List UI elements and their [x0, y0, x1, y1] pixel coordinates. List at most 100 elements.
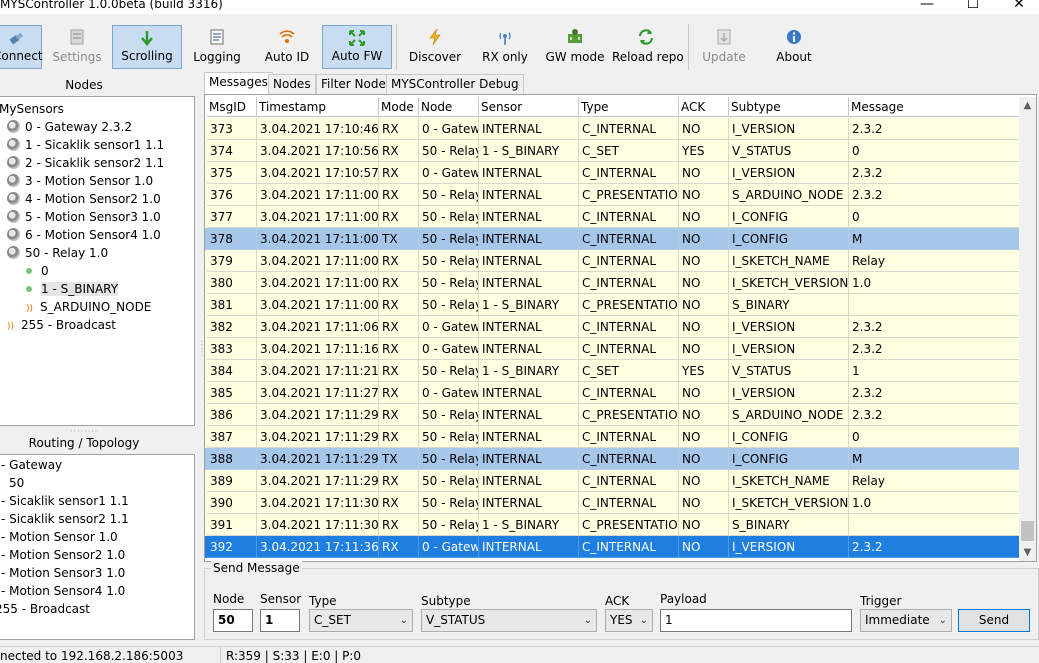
rx-only-button[interactable]: RX only	[476, 25, 534, 69]
routing-item[interactable]: - Gateway	[1, 456, 62, 474]
column-header[interactable]: Type	[579, 97, 679, 117]
sensor-input[interactable]: 1	[260, 609, 300, 632]
tree-item-node[interactable]: 6 - Motion Sensor4 1.0	[7, 226, 161, 244]
payload-input[interactable]: 1	[660, 609, 852, 632]
tab-mycontroller-debug[interactable]: MYSController Debug	[386, 74, 524, 94]
table-cell: 3.04.2021 17:11:30	[257, 514, 379, 536]
tree-item-sensor[interactable]: 1 - S_BINARY	[26, 280, 119, 298]
sensor-dot-icon	[26, 286, 32, 292]
tab-messages[interactable]: Messages	[204, 72, 273, 94]
messages-grid[interactable]: MsgID Timestamp Mode Node Sensor Type ACK Subty…	[204, 94, 1037, 562]
column-header[interactable]: Sensor	[479, 97, 579, 117]
minimize-button[interactable]: —	[904, 0, 950, 14]
tree-item-root[interactable]: MySensors	[0, 100, 64, 118]
column-header[interactable]: Subtype	[729, 97, 849, 117]
tree-item-node[interactable]: 2 - Sicaklik sensor2 1.1	[7, 154, 164, 172]
column-header[interactable]: MsgID	[207, 97, 257, 117]
node-icon	[7, 246, 20, 259]
ack-select[interactable]: YES ⌄	[605, 609, 653, 632]
table-row[interactable]: 378 3.04.2021 17:11:00 TX 50 - Relay INTERNA…	[205, 228, 1021, 250]
tree-item-node[interactable]: 1 - Sicaklik sensor1 1.1	[7, 136, 164, 154]
table-row[interactable]: 390 3.04.2021 17:11:30 RX 50 - Relay INTERNA…	[205, 492, 1021, 514]
routing-item[interactable]: 255 - Broadcast	[0, 600, 90, 618]
gw-mode-button[interactable]: GW mode	[544, 25, 606, 69]
table-cell: I_VERSION	[729, 338, 849, 360]
table-row[interactable]: 384 3.04.2021 17:11:21 RX 50 - Relay 1 - S_B…	[205, 360, 1021, 382]
table-row[interactable]: 380 3.04.2021 17:11:00 RX 50 - Relay INTERNA…	[205, 272, 1021, 294]
table-cell: RX	[379, 514, 419, 536]
tree-item-sensor[interactable]: 0	[26, 262, 49, 280]
table-row[interactable]: 3823.04.2021 17:11:06RX0 - GatewayINTERN…	[205, 316, 1021, 338]
table-row[interactable]: 376 3.04.2021 17:11:00 RX 50 - Relay INTERNA…	[205, 184, 1021, 206]
tree-item-node[interactable]: 0 - Gateway 2.3.2	[7, 118, 132, 136]
table-cell: C_PRESENTATION	[579, 184, 679, 206]
table-cell: 50 - Relay	[419, 426, 479, 448]
table-row[interactable]: 386 3.04.2021 17:11:29 RX 50 - Relay INTERNA…	[205, 404, 1021, 426]
table-cell: C_PRESENTATION	[579, 404, 679, 426]
table-row[interactable]: 387 3.04.2021 17:11:29 RX 50 - Relay INTERNA…	[205, 426, 1021, 448]
payload-label: Payload	[660, 592, 707, 606]
scroll-down-icon[interactable]: ▼	[1019, 544, 1036, 561]
settings-button[interactable]: Settings	[46, 25, 108, 69]
node-input[interactable]: 50	[213, 609, 253, 632]
table-row[interactable]: 3833.04.2021 17:11:16RX0 - GatewayINTERN…	[205, 338, 1021, 360]
table-row[interactable]: 389 3.04.2021 17:11:29 RX 50 - Relay INTERNA…	[205, 470, 1021, 492]
logging-button[interactable]: Logging	[188, 25, 246, 69]
column-header[interactable]: ACK	[679, 97, 729, 117]
routing-item[interactable]: 50	[9, 474, 24, 492]
scrolling-button[interactable]: Scrolling	[112, 25, 182, 69]
table-row[interactable]: 388 3.04.2021 17:11:29 TX 50 - Relay INTERNA…	[205, 448, 1021, 470]
send-button[interactable]: Send	[958, 609, 1030, 632]
close-button[interactable]: ✕	[996, 0, 1039, 14]
vertical-scrollbar[interactable]: ▲ ▼	[1019, 97, 1036, 561]
table-row[interactable]: 374 3.04.2021 17:10:56 RX 50 - Relay 1 - S_B…	[205, 140, 1021, 162]
table-cell: YES	[679, 140, 729, 162]
tree-item-node[interactable]: 5 - Motion Sensor3 1.0	[7, 208, 161, 226]
discover-button[interactable]: Discover	[404, 25, 466, 69]
type-select[interactable]: C_SET ⌄	[309, 609, 413, 632]
maximize-button[interactable]: ☐	[950, 0, 996, 14]
subtype-select[interactable]: V_STATUS ⌄	[421, 609, 597, 632]
table-row[interactable]: 377 3.04.2021 17:11:00 RX 50 - Relay INTERNA…	[205, 206, 1021, 228]
table-cell: RX	[379, 272, 419, 294]
scroll-up-icon[interactable]: ▲	[1019, 97, 1036, 114]
trigger-select[interactable]: Immediate ⌄	[860, 609, 952, 632]
auto-fw-button[interactable]: Auto FW	[322, 25, 392, 69]
tree-item-node[interactable]: 3 - Motion Sensor 1.0	[7, 172, 153, 190]
tree-item-node[interactable]: )) 255 - Broadcast	[7, 316, 116, 334]
column-header[interactable]: Timestamp	[257, 97, 379, 117]
column-header[interactable]: Node	[419, 97, 479, 117]
column-header[interactable]: Message	[849, 97, 1021, 117]
tab-nodes[interactable]: Nodes	[268, 74, 316, 94]
tab-filter-node[interactable]: Filter Node	[316, 74, 391, 94]
tree-item-node[interactable]: 50 - Relay 1.0	[7, 244, 108, 262]
connect-button[interactable]: Connect	[0, 25, 43, 69]
table-row[interactable]: 3733.04.2021 17:10:46RX0 - GatewayINTERN…	[205, 118, 1021, 140]
table-cell: C_INTERNAL	[579, 382, 679, 404]
table-cell: 1 - S_BINARY	[479, 360, 579, 382]
table-row[interactable]: 3753.04.2021 17:10:57RX0 - GatewayINTERN…	[205, 162, 1021, 184]
about-button[interactable]: About	[766, 25, 822, 69]
table-row[interactable]: 381 3.04.2021 17:11:00 RX 50 - Relay 1 - S_B…	[205, 294, 1021, 316]
auto-id-button[interactable]: Auto ID	[258, 25, 316, 69]
table-row[interactable]: 379 3.04.2021 17:11:00 RX 50 - Relay INTERNA…	[205, 250, 1021, 272]
table-row[interactable]: 391 3.04.2021 17:11:30 RX 50 - Relay 1 - S_B…	[205, 514, 1021, 536]
table-row[interactable]: 3923.04.2021 17:11:36RX0 - GatewayINTERN…	[205, 536, 1021, 558]
routing-item[interactable]: - Motion Sensor3 1.0	[1, 564, 125, 582]
tree-item-sensor[interactable]: )) S_ARDUINO_NODE	[26, 298, 151, 316]
table-row[interactable]: 3853.04.2021 17:11:27RX0 - GatewayINTERN…	[205, 382, 1021, 404]
table-cell: 0	[849, 140, 1021, 162]
routing-item[interactable]: - Sicaklik sensor1 1.1	[1, 492, 129, 510]
table-cell: NO	[679, 426, 729, 448]
table-cell: NO	[679, 382, 729, 404]
splitter-handle[interactable]: ········	[70, 427, 98, 436]
routing-item[interactable]: - Motion Sensor 1.0	[1, 528, 118, 546]
reload-repo-button[interactable]: Reload repo	[612, 25, 684, 69]
tree-item-node[interactable]: 4 - Motion Sensor2 1.0	[7, 190, 161, 208]
scrollbar-thumb[interactable]	[1021, 521, 1034, 541]
routing-item[interactable]: - Sicaklik sensor2 1.1	[1, 510, 129, 528]
update-button[interactable]: Update	[696, 25, 752, 69]
routing-item[interactable]: - Motion Sensor2 1.0	[1, 546, 125, 564]
column-header[interactable]: Mode	[379, 97, 419, 117]
routing-item[interactable]: - Motion Sensor4 1.0	[1, 582, 125, 600]
